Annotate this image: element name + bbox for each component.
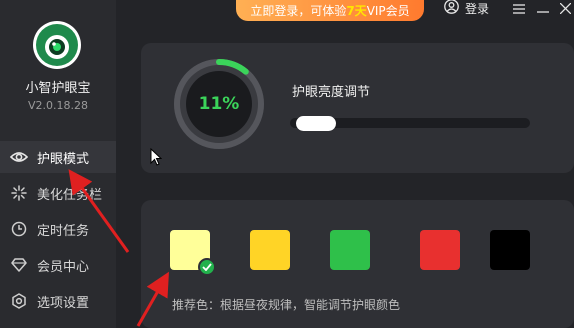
selected-check-icon <box>198 258 216 276</box>
close-icon <box>559 0 571 18</box>
clock-icon <box>9 219 29 239</box>
sidebar-item-settings[interactable]: 选项设置 <box>0 285 116 317</box>
brightness-value: 11% <box>198 94 240 114</box>
eye-icon <box>9 147 29 167</box>
user-icon <box>444 0 459 18</box>
sidebar-item-scheduled-tasks[interactable]: 定时任务 <box>0 213 116 245</box>
brightness-slider-thumb[interactable] <box>296 116 336 131</box>
close-button[interactable] <box>556 0 574 16</box>
diamond-icon <box>9 255 29 275</box>
sparkle-icon <box>9 183 29 203</box>
login-button[interactable]: 登录 <box>444 0 489 16</box>
app-name: 小智护眼宝 <box>25 81 91 96</box>
minimize-icon <box>537 0 549 18</box>
minimize-button[interactable] <box>534 0 552 16</box>
sidebar-item-eye-mode[interactable]: 护眼模式 <box>0 141 116 173</box>
promo-suffix: VIP会员 <box>366 4 410 18</box>
login-promo-banner[interactable]: 立即登录，可体验 7天 VIP会员 <box>236 0 424 21</box>
sidebar-item-beautify-taskbar[interactable]: 美化任务栏 <box>0 177 116 209</box>
sidebar-item-label: 选项设置 <box>37 295 90 311</box>
menu-button[interactable] <box>510 0 528 16</box>
promo-highlight: 7天 <box>346 4 367 18</box>
promo-text: 立即登录，可体验 <box>250 4 347 18</box>
app-version: V2.0.18.28 <box>27 99 88 112</box>
login-label: 登录 <box>465 1 490 16</box>
sidebar-item-member-center[interactable]: 会员中心 <box>0 249 116 281</box>
sidebar: 小智护眼宝 V2.0.18.28 护眼模式 美化任务栏 定时任务 会员中心 选项… <box>0 0 116 328</box>
color-swatch-green[interactable] <box>330 230 370 270</box>
hamburger-icon <box>513 0 525 18</box>
sidebar-item-label: 美化任务栏 <box>37 187 103 203</box>
color-swatch-black[interactable] <box>490 230 530 270</box>
settings-icon <box>9 291 29 311</box>
sidebar-item-label: 定时任务 <box>37 223 90 239</box>
sidebar-item-label: 护眼模式 <box>37 151 90 167</box>
sidebar-item-label: 会员中心 <box>37 259 90 275</box>
color-swatch-red[interactable] <box>420 230 460 270</box>
mouse-cursor-icon <box>150 147 163 170</box>
brightness-title: 护眼亮度调节 <box>292 85 371 100</box>
color-swatch-yellow[interactable] <box>250 230 290 270</box>
recommend-tip: 推荐色：根据昼夜规律，智能调节护眼颜色 <box>172 298 401 312</box>
app-logo <box>32 20 82 70</box>
